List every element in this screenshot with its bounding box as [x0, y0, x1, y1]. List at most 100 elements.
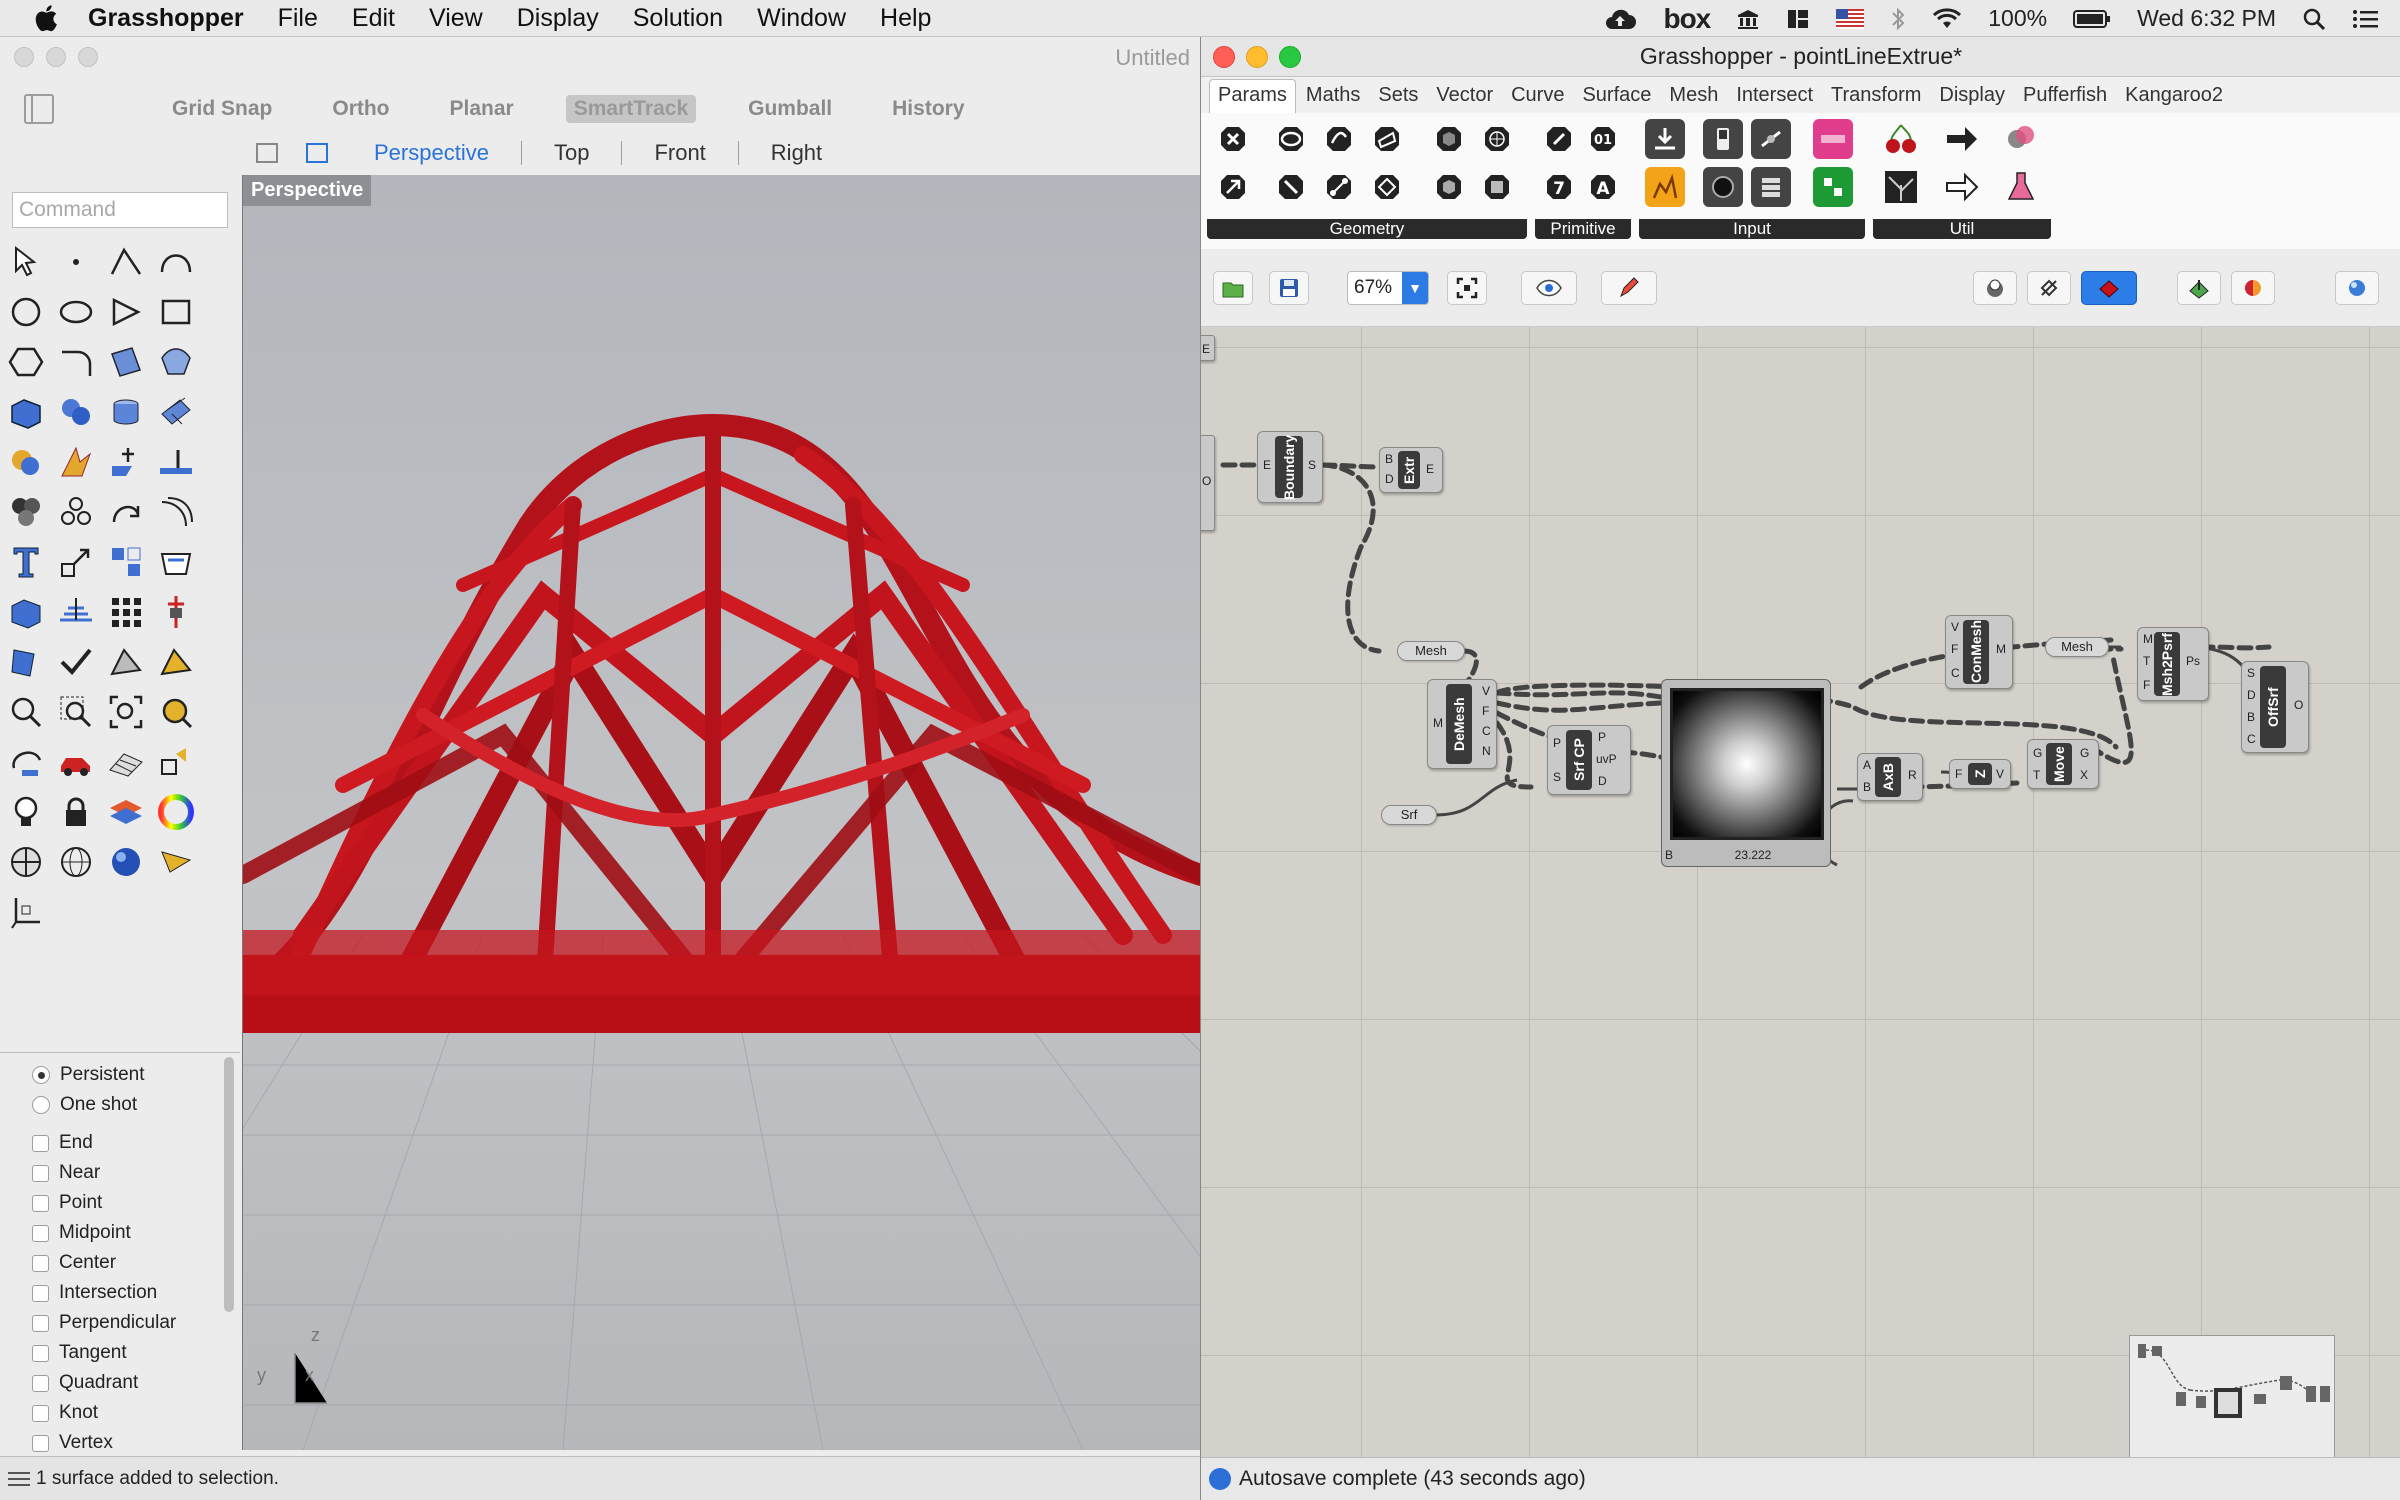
rhino-zoom-button[interactable] [78, 47, 98, 67]
plane-param-icon[interactable] [1367, 167, 1407, 207]
checkbox[interactable] [32, 1194, 49, 1212]
snap-perpendicular[interactable]: Perpendicular [32, 1312, 176, 1334]
array-tool-icon[interactable] [56, 492, 96, 532]
menu-file[interactable]: File [278, 4, 318, 33]
sketch-pen-icon[interactable] [1601, 271, 1657, 305]
move-tool-icon[interactable] [106, 442, 146, 482]
align-tool-icon[interactable] [106, 542, 146, 582]
us-flag-icon[interactable] [1836, 8, 1865, 29]
cherry-picker-icon[interactable] [1881, 119, 1921, 159]
tab-mesh[interactable]: Mesh [1661, 84, 1726, 113]
ray-trace-icon[interactable] [156, 842, 196, 882]
zoom-extents-icon[interactable] [106, 692, 146, 732]
image-sampler-component[interactable]: B 23.222 [1661, 679, 1831, 867]
menu-edit[interactable]: Edit [352, 4, 395, 33]
sampler-value-slider[interactable]: 23.222 [1682, 848, 1824, 864]
boundary-component[interactable]: E Boundary S [1257, 431, 1323, 503]
checkbox[interactable] [32, 1284, 49, 1302]
checkbox[interactable] [32, 1374, 49, 1392]
checkbox[interactable] [32, 1404, 49, 1422]
sidebar-app-icon[interactable] [1786, 7, 1810, 31]
value-list-icon[interactable] [1751, 167, 1791, 207]
snap-vertex[interactable]: Vertex [32, 1432, 113, 1454]
preview-shaded-icon[interactable] [2081, 271, 2137, 305]
group-param-icon[interactable] [1477, 167, 1517, 207]
tab-params[interactable]: Params [1209, 79, 1296, 113]
surface-param-icon[interactable] [1367, 119, 1407, 159]
zoom-window-icon[interactable] [56, 692, 96, 732]
checkbox[interactable] [32, 1134, 49, 1152]
left-param-node[interactable]: O [1201, 435, 1215, 531]
render-sphere-icon[interactable] [2335, 271, 2379, 305]
move-component[interactable]: G T Move G X [2027, 739, 2099, 789]
grid-snap-button[interactable]: Grid Snap [164, 95, 280, 123]
checkbox[interactable] [32, 1434, 49, 1452]
hexagon-tool-icon[interactable] [6, 342, 46, 382]
mesh-param[interactable]: Mesh [2045, 637, 2109, 657]
four-view-layout-icon[interactable] [256, 143, 278, 163]
command-history-icon[interactable] [8, 1471, 30, 1486]
fitness-landscape-icon[interactable] [2001, 119, 2041, 159]
checkbox[interactable] [32, 1344, 49, 1362]
tab-vector[interactable]: Vector [1428, 84, 1501, 113]
menu-display[interactable]: Display [517, 4, 599, 33]
checkbox[interactable] [32, 1314, 49, 1332]
open-file-icon[interactable] [1213, 271, 1253, 305]
chevron-down-icon[interactable]: ▼ [1402, 272, 1428, 304]
curve-tool-icon[interactable] [156, 242, 196, 282]
cylinder-tool-icon[interactable] [106, 392, 146, 432]
grasshopper-canvas[interactable]: O E E Boundary S B D Extr E Mesh M DeMes… [1201, 327, 2400, 1457]
mesh-to-patch-surface-component[interactable]: M T F Msh2Psrf Ps [2137, 627, 2209, 701]
smarttrack-button[interactable]: SmartTrack [565, 95, 697, 123]
box-param-icon[interactable] [1429, 167, 1469, 207]
gumball-button[interactable]: Gumball [740, 95, 840, 123]
layer-tool-icon[interactable] [106, 792, 146, 832]
check-tool-icon[interactable] [56, 642, 96, 682]
tab-perspective[interactable]: Perspective [342, 141, 522, 165]
data-output-arrow-icon[interactable] [1941, 119, 1981, 159]
snap-near[interactable]: Near [32, 1162, 100, 1184]
geometry-group-label[interactable]: Geometry [1207, 219, 1527, 239]
color-wheel-icon[interactable] [156, 792, 196, 832]
boolean-param-icon[interactable] [1539, 119, 1579, 159]
tab-surface[interactable]: Surface [1574, 84, 1659, 113]
sampler-image-preview[interactable] [1670, 688, 1824, 840]
box-logo[interactable]: box [1663, 3, 1711, 35]
top-param-node[interactable]: E [1201, 335, 1215, 361]
menu-window[interactable]: Window [757, 4, 846, 33]
mesh-param-icon[interactable] [1477, 119, 1517, 159]
select-tool-icon[interactable] [6, 242, 46, 282]
snap-intersection[interactable]: Intersection [32, 1282, 157, 1304]
rhino-minimize-button[interactable] [46, 47, 66, 67]
snap-midpoint[interactable]: Midpoint [32, 1222, 131, 1244]
polygon-tool-icon[interactable] [106, 292, 146, 332]
bake-icon[interactable] [2177, 271, 2221, 305]
box-tool-icon[interactable] [6, 392, 46, 432]
wifi-icon[interactable] [1932, 7, 1962, 30]
number-slider-icon[interactable] [1751, 119, 1791, 159]
car-icon[interactable] [56, 742, 96, 782]
contour-tool-icon[interactable] [56, 592, 96, 632]
drafting-tool-icon[interactable] [6, 642, 46, 682]
gumball-tool-icon[interactable] [156, 592, 196, 632]
analyze-tool-icon[interactable] [106, 642, 146, 682]
point-param-icon[interactable] [1319, 167, 1359, 207]
lock-tool-icon[interactable] [56, 792, 96, 832]
preview-disabled-icon[interactable] [2027, 271, 2071, 305]
zoom-selected-icon[interactable] [156, 692, 196, 732]
tab-maths[interactable]: Maths [1298, 84, 1368, 113]
shaded-display-icon[interactable] [6, 842, 46, 882]
graph-mapper-icon[interactable] [1645, 167, 1685, 207]
material-preview-icon[interactable] [2231, 271, 2275, 305]
named-view-icon[interactable] [106, 742, 146, 782]
integer-param-icon[interactable]: 01 [1583, 119, 1623, 159]
vector-param-icon[interactable] [1213, 167, 1253, 207]
image-sampler-icon[interactable] [1813, 167, 1853, 207]
md-slider-icon[interactable] [1703, 167, 1743, 207]
boolean-tool-icon[interactable] [6, 442, 46, 482]
snap-end[interactable]: End [32, 1132, 93, 1154]
offset-surface-component[interactable]: S D B C OffSrf O [2241, 661, 2309, 753]
scale-tool-icon[interactable] [56, 542, 96, 582]
history-button[interactable]: History [884, 95, 972, 123]
radio-indicator[interactable] [32, 1096, 50, 1114]
